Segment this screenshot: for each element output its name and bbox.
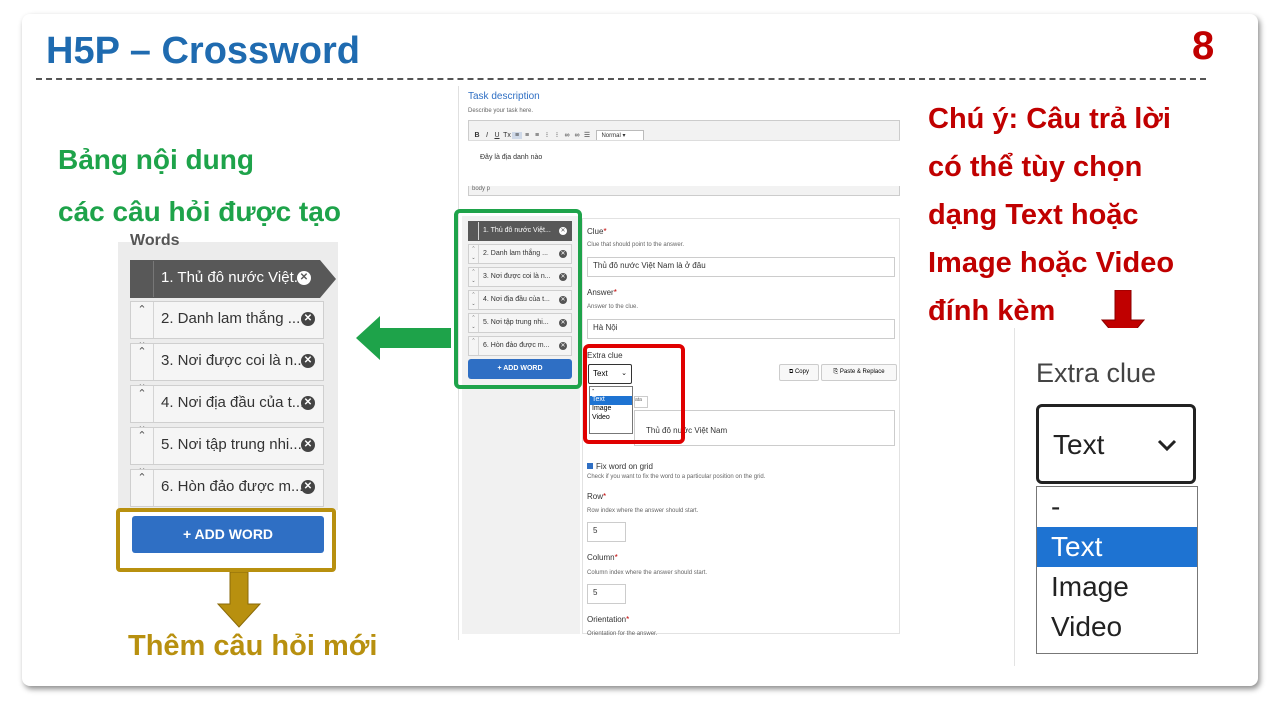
rte-toolbar: B I U Tx ≡ ≡ ≡ ⁝ ⁝ ∞ ∞ ☰ Normal ▾ — [472, 124, 645, 141]
sort-arrows-icon[interactable]: ⌄ — [131, 261, 154, 307]
remove-icon[interactable]: ✕ — [301, 480, 315, 494]
task-text: Đây là địa danh nào — [480, 154, 543, 161]
answer-help: Answer to the clue. — [587, 304, 639, 310]
answer-input[interactable]: Hà Nội — [587, 319, 895, 339]
word-item-1[interactable]: ⌄ 1. Thủ đô nước Việt... ✕ — [130, 260, 320, 307]
gold-down-arrow-icon — [216, 572, 262, 628]
row-label: Row* — [587, 492, 607, 501]
words-highlight — [454, 209, 582, 389]
word-item-4[interactable]: ⌃ ⌄ 4. Nơi địa đầu của t... ✕ — [130, 385, 324, 432]
title-divider — [36, 78, 1206, 80]
rte-content[interactable] — [468, 140, 900, 186]
sort-arrows-icon[interactable]: ⌃ ⌄ — [131, 428, 154, 474]
extra-clue-highlight — [583, 344, 685, 444]
orientation-label: Orientation* — [587, 615, 630, 624]
unlink-icon[interactable]: ∞ — [572, 132, 582, 139]
word-item-3[interactable]: ⌃ ⌄ 3. Nơi được coi là n... ✕ — [130, 343, 324, 390]
underline-icon[interactable]: U — [492, 132, 502, 139]
clue-help: Clue that should point to the answer. — [587, 242, 685, 248]
zoom-option-text[interactable]: Text — [1037, 527, 1197, 567]
zoom-option-video[interactable]: Video — [1037, 607, 1197, 647]
horizontal-rule-icon[interactable]: ☰ — [582, 131, 592, 139]
clear-format-icon[interactable]: Tx — [502, 132, 512, 139]
link-icon[interactable]: ∞ — [562, 132, 572, 139]
orientation-help: Orientation for the answer. — [587, 631, 658, 637]
task-description-label: Task description — [468, 91, 540, 102]
zoom-extra-clue-label: Extra clue — [1036, 358, 1157, 388]
answer-label: Answer* — [587, 288, 617, 297]
align-right-icon[interactable]: ≡ — [532, 132, 542, 139]
row-help: Row index where the answer should start. — [587, 508, 699, 514]
sort-arrows-icon[interactable]: ⌃ ⌄ — [131, 344, 154, 390]
word-item-label: 4. Nơi địa đầu của t... — [161, 394, 305, 411]
zoom-options-list: - Text Image Video — [1036, 486, 1198, 654]
ordered-list-icon[interactable]: ⁝ — [542, 131, 552, 139]
row-input[interactable]: 5 — [587, 522, 626, 542]
word-item-label: 1. Thủ đô nước Việt... — [161, 269, 307, 286]
bold-icon[interactable]: B — [472, 132, 482, 139]
copy-button[interactable]: ⧉ Copy — [779, 364, 819, 381]
zoom-extra-clue-select[interactable]: Text — [1036, 404, 1196, 484]
remove-icon[interactable]: ✕ — [301, 438, 315, 452]
remove-icon[interactable]: ✕ — [297, 271, 311, 285]
remove-icon[interactable]: ✕ — [301, 354, 315, 368]
clue-input[interactable]: Thủ đô nước Việt Nam là ở đâu — [587, 257, 895, 277]
align-left-icon[interactable]: ≡ — [512, 132, 522, 139]
word-item-label: 6. Hòn đảo được m... — [161, 478, 304, 495]
add-word-highlight — [116, 508, 336, 572]
column-help: Column index where the answer should sta… — [587, 570, 708, 576]
fix-word-checkbox[interactable]: Fix word on grid — [587, 462, 653, 471]
word-item-label: 5. Nơi tập trung nhi... — [161, 436, 302, 453]
zoom-option-dash[interactable]: - — [1037, 487, 1197, 527]
word-item-label: 2. Danh lam thắng ... — [161, 310, 301, 327]
sort-arrows-icon[interactable]: ⌃ ⌄ — [131, 386, 154, 432]
remove-icon[interactable]: ✕ — [301, 312, 315, 326]
word-item-label: 3. Nơi được coi là n... — [161, 352, 306, 369]
column-label: Column* — [587, 553, 618, 562]
slide-title: H5P – Crossword — [46, 30, 360, 72]
sort-arrows-icon[interactable]: ⌃ — [131, 470, 154, 506]
column-input[interactable]: 5 — [587, 584, 626, 604]
zoom-option-image[interactable]: Image — [1037, 567, 1197, 607]
note-table-line2: các câu hỏi được tạo — [58, 196, 341, 227]
word-item-2[interactable]: ⌃ ⌄ 2. Danh lam thắng ... ✕ — [130, 301, 324, 348]
clue-label: Clue* — [587, 227, 607, 236]
words-heading: Words — [130, 232, 180, 246]
note-table-line1: Bảng nội dung — [58, 144, 254, 175]
italic-icon[interactable]: I — [482, 132, 492, 139]
sort-arrows-icon[interactable]: ⌃ ⌄ — [131, 302, 154, 348]
word-item-6[interactable]: ⌃ 6. Hòn đảo được m... ✕ — [130, 469, 324, 507]
green-left-arrow-icon — [356, 316, 451, 360]
paste-replace-button[interactable]: ⎘ Paste & Replace — [821, 364, 897, 381]
task-description-help: Describe your task here. — [468, 108, 534, 114]
word-item-5[interactable]: ⌃ ⌄ 5. Nơi tập trung nhi... ✕ — [130, 427, 324, 474]
bullet-list-icon[interactable]: ⁝ — [552, 131, 562, 139]
chevron-down-icon — [1157, 439, 1177, 451]
align-center-icon[interactable]: ≡ — [522, 132, 532, 139]
active-pointer-shape — [320, 260, 336, 298]
note-add-question: Thêm câu hỏi mới — [128, 630, 378, 662]
rte-statusbar: body p — [472, 186, 491, 192]
remove-icon[interactable]: ✕ — [301, 396, 315, 410]
fix-word-help: Check if you want to fix the word to a p… — [587, 474, 766, 480]
page-number: 8 — [1192, 24, 1215, 68]
